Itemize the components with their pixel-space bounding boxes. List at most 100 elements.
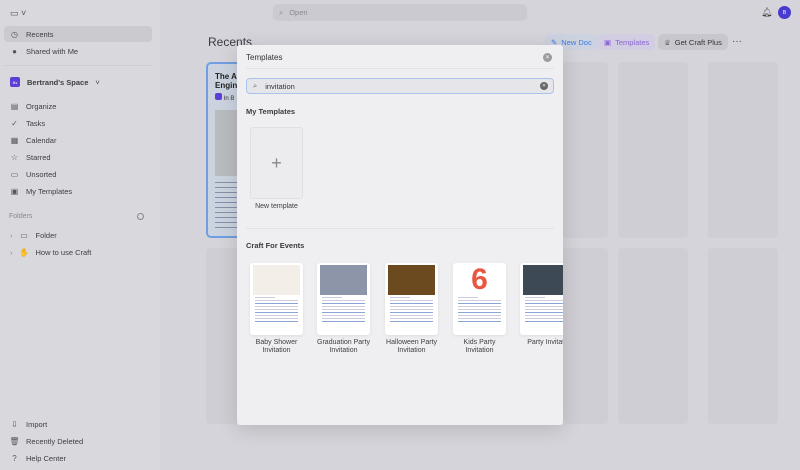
label-line: Invitation [262,347,291,354]
add-folder-icon[interactable] [137,213,144,220]
doc-card[interactable] [618,248,688,424]
preview-line [390,297,410,298]
template-label[interactable]: Graduation Party Invitation [309,339,378,355]
preview-line [322,318,365,319]
folder-item[interactable]: › ▭ Folder [4,227,152,243]
sidebar-item-recents[interactable]: ◷ Recents [4,26,152,42]
craft-for-events-heading: Craft For Events [246,241,305,250]
chevron-right-icon: › [10,247,13,257]
template-card[interactable]: 6 [453,263,506,335]
get-craft-plus-button[interactable]: ♕ Get Craft Plus [658,34,728,50]
template-icon: ▣ [10,186,19,196]
label: How to use Craft [35,247,92,257]
preview-line [525,312,563,313]
space-badge: Bs [10,77,20,87]
sidebar-item-import[interactable]: ⇩ Import [4,416,152,432]
sidebar-item-recently-deleted[interactable]: 🗑 Recently Deleted [4,433,152,449]
preview-line [322,315,365,316]
new-template-button[interactable]: + [250,127,303,199]
sidebar: ▭ ˅ ◷ Recents ● Shared with Me Bs Bertrand'… [0,0,160,470]
label: Import [26,419,48,429]
avatar[interactable]: B [778,6,791,19]
label: Recents [26,29,54,39]
open-search[interactable]: ⌕ Open [273,4,527,21]
label: Starred [26,152,51,162]
preview-line [322,300,365,301]
preview-line [255,318,298,319]
doc-card[interactable] [618,62,688,238]
preview-line [458,318,501,319]
space-badge-icon [215,93,222,100]
templates-button[interactable]: ▣ Templates [598,34,656,50]
preview-line [390,303,433,304]
template-card[interactable] [385,263,438,335]
templates-modal: Templates ✕ ⌕ invitation ✕ My Templates + … [237,45,563,425]
preview-line [255,306,298,307]
bell-icon[interactable]: 🔔︎ [761,7,772,18]
doc-space: In B [223,96,235,102]
folders-heading: Folders [9,213,33,220]
label-line: Party Invitati [527,339,563,346]
template-card[interactable] [250,263,303,335]
preview-line [390,312,433,313]
sidebar-item-my-templates[interactable]: ▣ My Templates [4,183,152,199]
doc-card[interactable] [708,248,778,424]
space-name: Bertrand's Space [27,77,89,87]
preview-line [525,297,545,298]
template-thumbnail [388,265,435,295]
template-search-input[interactable]: ⌕ invitation ✕ [246,78,554,94]
label: Organize [26,101,57,111]
sidebar-item-calendar[interactable]: ▦ Calendar [4,132,152,148]
sidebar-item-starred[interactable]: ☆ Starred [4,149,152,165]
sidebar-item-unsorted[interactable]: ▭ Unsorted [4,166,152,182]
doc-card[interactable] [708,62,778,238]
preview-line [322,306,365,307]
inbox-icon: ▭ [10,169,19,179]
sidebar-item-tasks[interactable]: ✓ Tasks [4,115,152,131]
template-label[interactable]: Kids Party Invitation [445,339,514,355]
preview-line [255,312,298,313]
doc-card[interactable] [563,248,608,424]
preview-line [390,315,433,316]
search-placeholder: Open [289,8,308,17]
folder-item[interactable]: › ✋ How to use Craft [4,244,152,260]
label: My Templates [26,186,73,196]
divider [4,65,152,66]
template-card[interactable] [317,263,370,335]
star-icon: ☆ [10,152,19,162]
template-card[interactable] [520,263,563,335]
template-label[interactable]: Halloween Party Invitation [377,339,446,355]
label: Calendar [26,135,57,145]
more-icon[interactable]: ··· [732,36,742,47]
preview-line [322,297,342,298]
help-icon: ? [12,453,17,463]
template-label[interactable]: Baby Shower Invitation [242,339,311,355]
chevron-right-icon: › [10,230,13,240]
label: Get Craft Plus [674,37,722,47]
plus-icon: + [271,152,282,173]
import-icon: ⇩ [11,419,18,429]
label-line: Invitation [329,347,358,354]
calendar-icon: ▦ [10,135,19,145]
preview-line [255,309,298,310]
sidebar-item-shared[interactable]: ● Shared with Me [4,43,152,59]
sidebar-toggle-icon[interactable]: ▭ ˅ [10,8,26,19]
sidebar-item-help[interactable]: ? Help Center [4,450,152,466]
space-selector[interactable]: Bs Bertrand's Space ˅ [4,74,152,90]
preview-line [458,321,501,322]
my-templates-heading: My Templates [246,107,296,116]
clock-icon: ◷ [11,29,18,39]
label: Recently Deleted [26,436,84,446]
template-label[interactable]: Party Invitati [512,339,563,347]
label-line: Invitation [397,347,426,354]
preview-line [255,303,298,304]
preview-line [255,297,275,298]
search-value: invitation [265,81,295,91]
label: Tasks [26,118,46,128]
doc-card[interactable] [563,62,608,238]
clear-search-icon[interactable]: ✕ [540,82,548,90]
preview-line [322,309,365,310]
close-icon[interactable]: ✕ [543,53,552,62]
sidebar-item-organize[interactable]: ▤ Organize [4,98,152,114]
chevron-down-icon: ˅ [95,77,100,87]
